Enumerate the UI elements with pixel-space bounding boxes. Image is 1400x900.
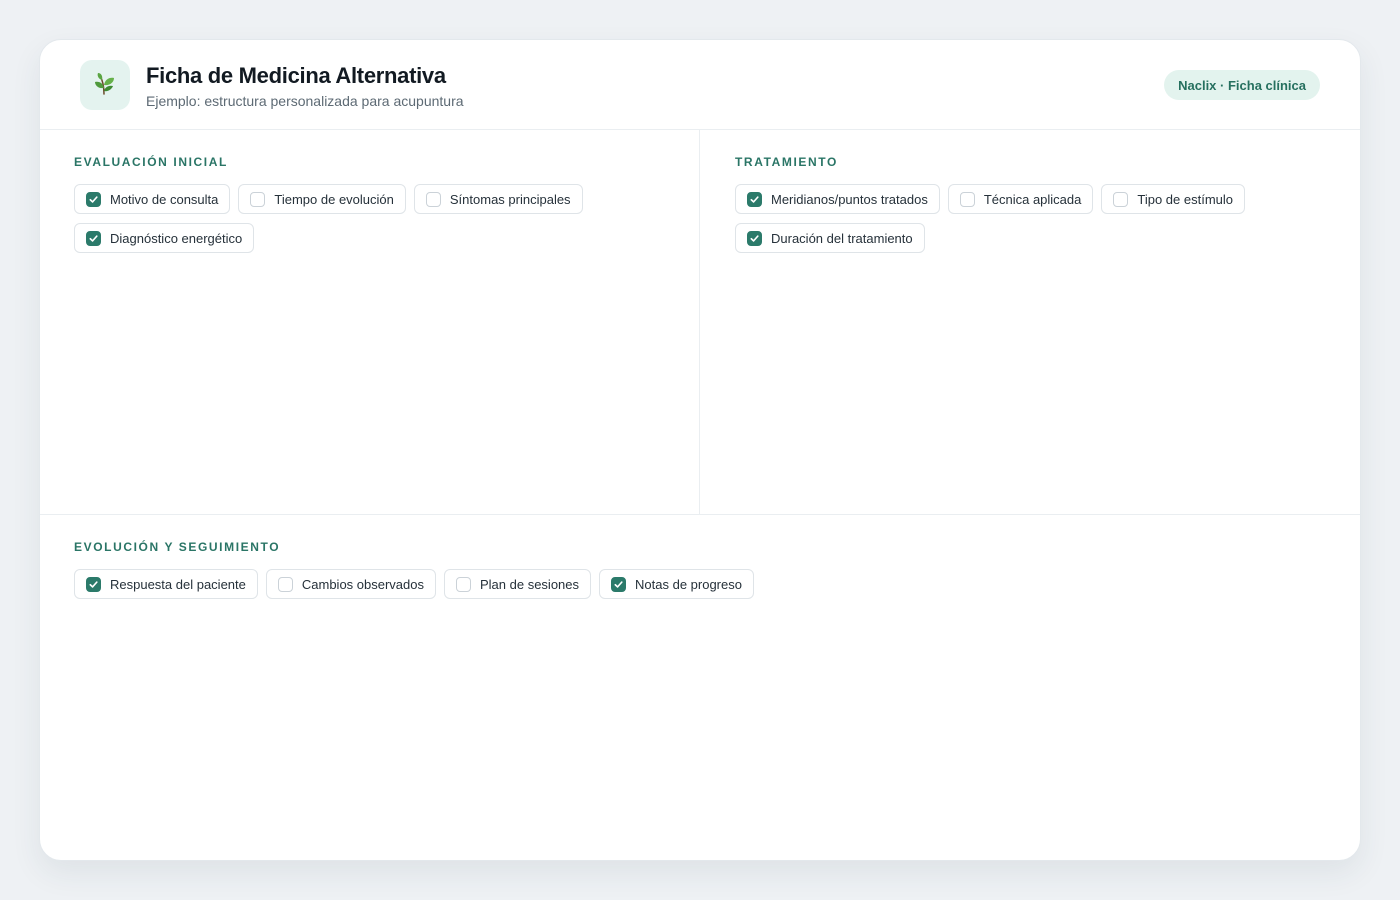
- section-evaluacion-inicial: EVALUACIÓN INICIAL Motivo de consulta Tie…: [40, 130, 700, 515]
- checkbox-checked[interactable]: [747, 230, 762, 246]
- checkbox-checked[interactable]: [747, 191, 762, 207]
- section-evolucion-seguimiento: EVOLUCIÓN Y SEGUIMIENTO Respuesta del pa…: [40, 515, 1360, 860]
- status-badge: Naclix · Ficha clínica: [1164, 70, 1320, 100]
- checkmark-icon: [89, 580, 98, 588]
- checkbox-label: Tipo de estímulo: [1137, 191, 1233, 207]
- checkbox-label: Respuesta del paciente: [110, 576, 246, 592]
- field-checkbox-chip[interactable]: Notas de progreso: [599, 569, 754, 599]
- checkbox-label: Cambios observados: [301, 576, 424, 592]
- field-checkbox-chip[interactable]: Tiempo de evolución: [238, 184, 406, 214]
- section-tratamiento: TRATAMIENTO Meridianos/puntos tratados Té…: [700, 130, 1360, 515]
- clinical-form-card: Ficha de Medicina Alternativa Ejemplo: e…: [39, 39, 1361, 861]
- checkbox-checked[interactable]: [86, 191, 101, 207]
- field-checkbox-chip[interactable]: Motivo de consulta: [74, 184, 231, 214]
- field-checkbox-chip[interactable]: Técnica aplicada: [947, 184, 1094, 214]
- section-title: EVOLUCIÓN Y SEGUIMIENTO: [74, 540, 281, 554]
- field-checkbox-chip[interactable]: Duración del tratamiento: [735, 223, 925, 253]
- checkbox-checked[interactable]: [611, 576, 627, 592]
- section-title: TRATAMIENTO: [735, 155, 838, 169]
- checkbox-group: Motivo de consulta Tiempo de evolución Sín…: [74, 184, 669, 253]
- checkmark-icon: [89, 234, 98, 242]
- checkbox-label: Duración del tratamiento: [771, 230, 913, 246]
- section-title: EVALUACIÓN INICIAL: [74, 155, 228, 169]
- checkbox-unchecked[interactable]: [250, 191, 266, 207]
- checkbox-label: Motivo de consulta: [110, 191, 219, 207]
- checkbox-label: Tiempo de evolución: [274, 191, 394, 207]
- logo: [80, 60, 130, 110]
- checkbox-label: Meridianos/puntos tratados: [771, 191, 928, 207]
- page-title: Ficha de Medicina Alternativa: [146, 63, 446, 88]
- checkmark-icon: [750, 234, 759, 242]
- checkbox-label: Síntomas principales: [449, 191, 571, 207]
- checkbox-label: Diagnóstico energético: [110, 230, 243, 246]
- checkbox-group: Meridianos/puntos tratados Técnica aplica…: [735, 184, 1332, 253]
- checkbox-label: Notas de progreso: [635, 576, 742, 592]
- checkmark-icon: [750, 195, 759, 203]
- page-subtitle: Ejemplo: estructura personalizada para a…: [146, 93, 464, 109]
- field-checkbox-chip[interactable]: Síntomas principales: [413, 184, 583, 214]
- checkbox-checked[interactable]: [86, 230, 101, 246]
- checkbox-unchecked[interactable]: [277, 576, 293, 592]
- checkmark-icon: [89, 195, 98, 203]
- checkbox-label: Plan de sesiones: [480, 576, 580, 592]
- field-checkbox-chip[interactable]: Cambios observados: [265, 569, 436, 599]
- field-checkbox-chip[interactable]: Diagnóstico energético: [74, 223, 255, 253]
- checkbox-unchecked[interactable]: [456, 576, 471, 592]
- field-checkbox-chip[interactable]: Tipo de estímulo: [1101, 184, 1245, 214]
- field-checkbox-chip[interactable]: Respuesta del paciente: [74, 569, 258, 599]
- field-checkbox-chip[interactable]: Plan de sesiones: [444, 569, 592, 599]
- form-header: Ficha de Medicina Alternativa Ejemplo: e…: [40, 40, 1360, 130]
- field-checkbox-chip[interactable]: Meridianos/puntos tratados: [735, 184, 940, 214]
- checkbox-unchecked[interactable]: [959, 191, 975, 207]
- checkmark-icon: [614, 580, 623, 588]
- checkbox-label: Técnica aplicada: [983, 191, 1082, 207]
- checkbox-group: Respuesta del paciente Cambios observados…: [74, 569, 1332, 599]
- checkbox-unchecked[interactable]: [1113, 191, 1129, 207]
- checkbox-checked[interactable]: [86, 576, 101, 592]
- checkbox-unchecked[interactable]: [425, 191, 441, 207]
- leaf-icon: [92, 70, 118, 101]
